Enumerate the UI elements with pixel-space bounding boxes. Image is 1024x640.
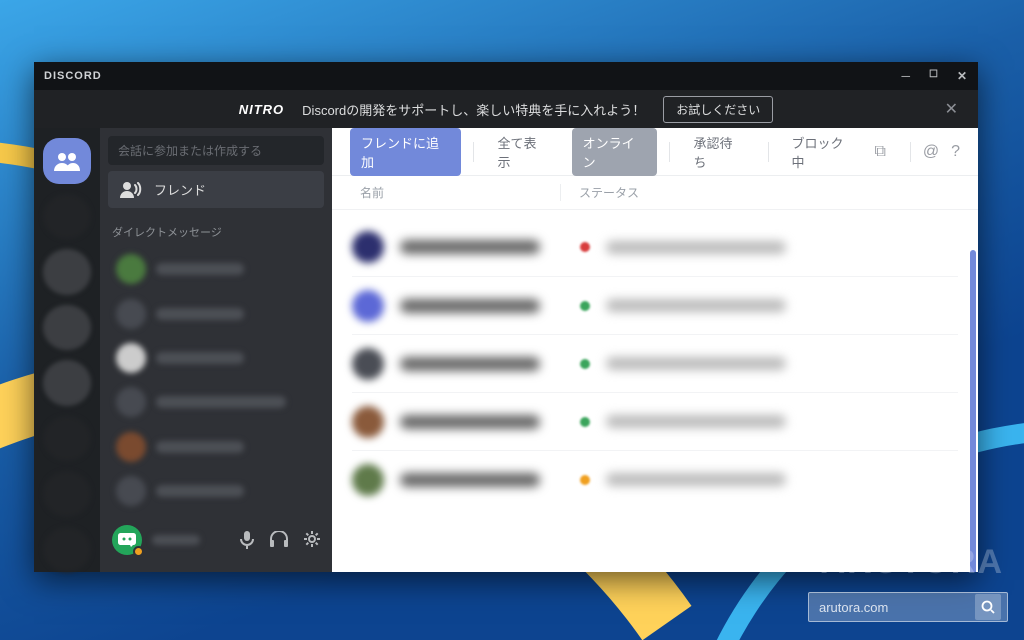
- friend-avatar: [352, 231, 384, 263]
- self-avatar[interactable]: [112, 525, 142, 555]
- user-footer: [108, 516, 324, 564]
- minimize-button[interactable]: ─: [901, 69, 911, 83]
- friend-status-text: [606, 357, 786, 370]
- server-item[interactable]: [43, 194, 91, 240]
- server-rail: [34, 128, 100, 572]
- friend-row[interactable]: [352, 334, 958, 392]
- dm-item[interactable]: [108, 428, 324, 466]
- friend-avatar: [352, 464, 384, 496]
- close-button[interactable]: ✕: [957, 69, 968, 83]
- dm-item[interactable]: [108, 294, 324, 332]
- friend-row[interactable]: [352, 392, 958, 450]
- nitro-brand: NITRO: [239, 102, 284, 117]
- maximize-button[interactable]: ☐: [929, 69, 939, 83]
- status-dot-icon: [580, 475, 590, 485]
- help-icon[interactable]: ?: [951, 143, 960, 161]
- friend-row[interactable]: [352, 276, 958, 334]
- home-button[interactable]: [43, 138, 91, 184]
- server-item[interactable]: [43, 249, 91, 295]
- friend-row[interactable]: [352, 450, 958, 508]
- server-item[interactable]: [43, 360, 91, 406]
- friend-name: [400, 357, 540, 371]
- friend-name: [400, 299, 540, 313]
- friend-name: [400, 240, 540, 254]
- server-item[interactable]: [43, 471, 91, 517]
- discord-logo-icon: [118, 533, 136, 547]
- desktop-search-text: arutora.com: [819, 600, 888, 615]
- tab-online[interactable]: オンライン: [572, 128, 658, 176]
- self-name: [152, 535, 200, 545]
- conversation-search-input[interactable]: 会話に参加または作成する: [108, 136, 324, 165]
- column-name: 名前: [360, 184, 560, 201]
- friends-nav-label: フレンド: [154, 180, 206, 199]
- dm-section-header: ダイレクトメッセージ: [112, 224, 320, 240]
- dm-sidebar: 会話に参加または作成する フレンド ダイレクトメッセージ: [100, 128, 332, 572]
- dm-item[interactable]: [108, 383, 324, 421]
- friend-name: [400, 473, 540, 487]
- discord-window: DISCORD ─ ☐ ✕ NITRO Discordの開発をサポートし、楽しい…: [34, 62, 978, 572]
- tab-add-friend[interactable]: フレンドに追加: [350, 128, 461, 176]
- friend-status-text: [606, 299, 786, 312]
- person-wave-icon: [120, 182, 142, 198]
- friend-row[interactable]: [352, 218, 958, 276]
- server-item[interactable]: [43, 416, 91, 462]
- tab-blocked[interactable]: ブロック中: [781, 128, 867, 176]
- status-dot-icon: [580, 301, 590, 311]
- status-dot-icon: [580, 359, 590, 369]
- deafen-headphones-icon[interactable]: [270, 531, 288, 549]
- search-placeholder: 会話に参加または作成する: [118, 142, 262, 159]
- tab-pending[interactable]: 承認待ち: [682, 128, 755, 176]
- titlebar: DISCORD ─ ☐ ✕: [34, 62, 978, 90]
- server-item[interactable]: [43, 305, 91, 351]
- friend-status-text: [606, 241, 786, 254]
- nitro-cta-button[interactable]: お試しください: [663, 96, 773, 123]
- dm-item[interactable]: [108, 250, 324, 288]
- tab-all[interactable]: 全て表示: [486, 128, 559, 176]
- settings-gear-icon[interactable]: [304, 531, 320, 549]
- mute-mic-icon[interactable]: [240, 531, 254, 549]
- status-dot-icon: [580, 242, 590, 252]
- friend-name: [400, 415, 540, 429]
- desktop-search-widget[interactable]: arutora.com: [808, 592, 1008, 622]
- friend-status-text: [606, 473, 786, 486]
- dm-item[interactable]: [108, 472, 324, 510]
- main-panel: フレンドに追加 全て表示 オンライン 承認待ち ブロック中 ⧉ @ ? 名前 ス…: [332, 128, 978, 572]
- status-dot-icon: [580, 417, 590, 427]
- friend-avatar: [352, 290, 384, 322]
- friend-avatar: [352, 406, 384, 438]
- popout-icon[interactable]: ⧉: [874, 143, 885, 161]
- window-controls: ─ ☐ ✕: [901, 69, 968, 83]
- nitro-notice-bar: NITRO Discordの開発をサポートし、楽しい特典を手に入れよう！ お試し…: [34, 90, 978, 128]
- friend-status-text: [606, 415, 786, 428]
- nitro-notice-text: Discordの開発をサポートし、楽しい特典を手に入れよう！: [302, 100, 645, 119]
- friends-nav-button[interactable]: フレンド: [108, 171, 324, 208]
- app-title: DISCORD: [44, 70, 102, 82]
- notice-close-icon[interactable]: ✕: [945, 99, 958, 119]
- friends-tabs: フレンドに追加 全て表示 オンライン 承認待ち ブロック中 ⧉ @ ?: [332, 128, 978, 176]
- friend-avatar: [352, 348, 384, 380]
- server-item[interactable]: [43, 527, 91, 573]
- scrollbar-thumb[interactable]: [970, 250, 976, 572]
- friends-icon: [54, 151, 80, 171]
- mentions-icon[interactable]: @: [923, 143, 939, 161]
- friends-list: [332, 210, 978, 572]
- dm-item[interactable]: [108, 339, 324, 377]
- friends-table-header: 名前 ステータス: [332, 176, 978, 210]
- search-icon[interactable]: [975, 594, 1001, 620]
- column-status: ステータス: [560, 184, 958, 201]
